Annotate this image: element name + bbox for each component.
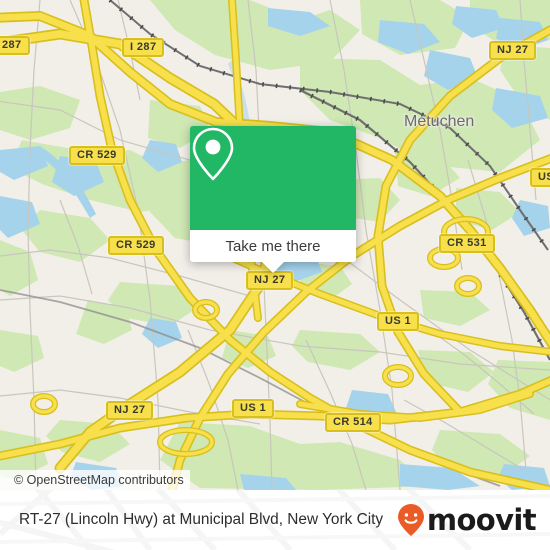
page-footer: RT-27 (Lincoln Hwy) at Municipal Blvd, N… [0, 490, 550, 550]
map-attribution[interactable]: © OpenStreetMap contributors [0, 470, 190, 490]
page-title: RT-27 (Lincoln Hwy) at Municipal Blvd, N… [19, 511, 384, 528]
shield-nj-27-south: NJ 27 [106, 401, 154, 420]
shield-cr-514: CR 514 [325, 413, 381, 432]
shield-us-1-east: US [530, 168, 550, 187]
map-canvas[interactable]: 287 I 287 NJ 27 CR 529 US CR 529 CR 531 NJ 27 US… [0, 0, 550, 490]
shield-cr-529-south: CR 529 [108, 236, 164, 255]
popup-pointer [262, 262, 284, 273]
station-popup-card[interactable]: Take me there [190, 126, 356, 273]
place-label-metuchen: Metuchen [404, 113, 475, 130]
shield-i-287: I 287 [122, 38, 165, 57]
map-pin-icon [192, 127, 234, 181]
moovit-pin-icon [397, 504, 424, 536]
shield-nj-27-center: NJ 27 [246, 271, 294, 290]
shield-cr-529-north: CR 529 [69, 146, 125, 165]
take-me-there-button[interactable]: Take me there [190, 230, 356, 262]
shield-cr-531: CR 531 [439, 234, 495, 253]
moovit-logo[interactable]: moovit [396, 502, 537, 537]
attribution-text: © OpenStreetMap contributors [14, 473, 184, 487]
shield-i-287-west: 287 [0, 36, 30, 55]
popup-header [190, 126, 356, 230]
shield-us-1-south: US 1 [232, 399, 275, 418]
moovit-station-page: 287 I 287 NJ 27 CR 529 US CR 529 CR 531 NJ 27 US… [0, 0, 550, 550]
shield-us-1: US 1 [377, 312, 420, 331]
shield-nj-27-north: NJ 27 [489, 41, 537, 60]
take-me-there-label: Take me there [225, 237, 321, 255]
moovit-wordmark: moovit [426, 502, 537, 537]
